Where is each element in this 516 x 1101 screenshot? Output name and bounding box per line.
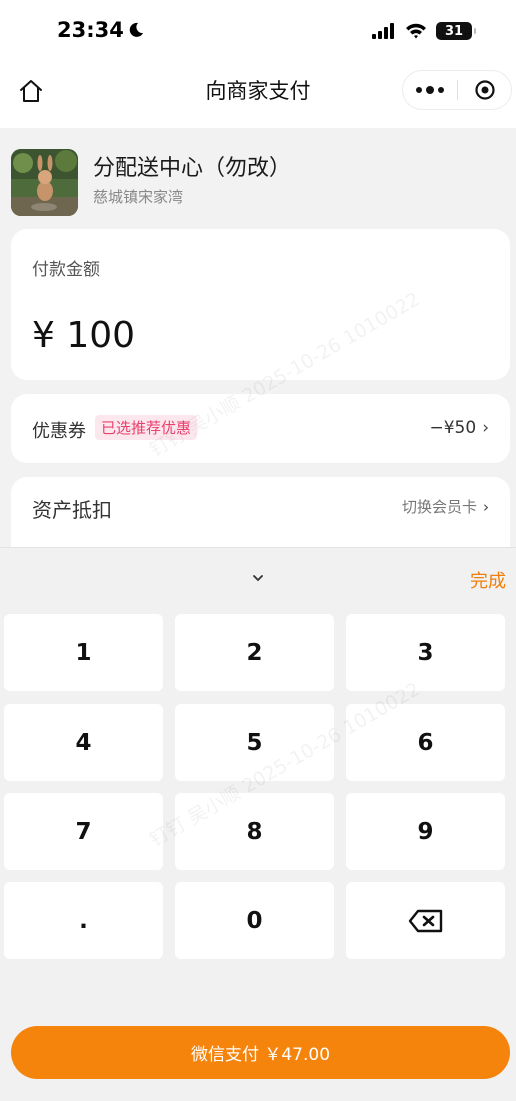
key-3[interactable]: 3 [346,614,505,691]
more-button[interactable] [403,71,457,109]
key-4[interactable]: 4 [4,704,163,781]
key-decimal[interactable]: . [4,882,163,959]
switch-member-card-label: 切换会员卡 [401,498,477,516]
merchant-address: 慈城镇宋家湾 [93,188,184,206]
status-bar: 23:34 31 [0,0,516,62]
key-8[interactable]: 8 [175,793,334,870]
collapse-keyboard-button[interactable] [238,568,278,588]
key-9[interactable]: 9 [346,793,505,870]
amount-card: 付款金额 ¥ 100 [11,229,510,380]
more-dot-icon [426,86,434,94]
mini-program-capsule [402,70,512,110]
asset-label: 资产抵扣 [32,498,112,522]
backspace-key[interactable] [346,882,505,959]
battery-icon: 31 [436,22,476,40]
switch-member-card-link[interactable]: 切换会员卡 › [402,496,489,517]
amount-label: 付款金额 [32,260,100,280]
more-dot-icon [416,87,422,93]
numeric-keyboard: 完成 1 2 3 4 5 6 7 8 9 . 0 微信支付 ￥47.00 [0,547,516,1101]
key-2[interactable]: 2 [175,614,334,691]
merchant-logo [11,149,78,216]
coupon-label: 优惠券 [32,421,86,442]
done-button[interactable]: 完成 [470,567,506,593]
coupon-discount-value: −¥50 [429,418,477,438]
chevron-right-icon: › [482,418,489,438]
close-mini-program-button[interactable] [458,79,511,101]
coupon-recommended-badge: 已选推荐优惠 [95,415,198,440]
status-icons: 31 [372,22,476,40]
key-1[interactable]: 1 [4,614,163,691]
merchant-avatar-image [11,149,78,216]
chevron-down-icon [253,575,263,582]
more-dot-icon [438,87,444,93]
chevron-right-icon: › [483,498,489,516]
wechat-pay-button[interactable]: 微信支付 ￥47.00 [11,1026,510,1079]
key-0[interactable]: 0 [175,882,334,959]
target-icon [474,80,495,100]
coupon-row[interactable]: 优惠券 已选推荐优惠 −¥50 › [11,394,510,463]
amount-input[interactable]: ¥ 100 [32,315,135,356]
status-time: 23:34 [57,18,144,42]
merchant-name: 分配送中心（勿改） [93,156,292,181]
backspace-icon [408,909,442,932]
cellular-signal-icon [372,23,394,39]
moon-icon [129,22,143,37]
time-text: 23:34 [57,18,124,42]
key-5[interactable]: 5 [175,704,334,781]
battery-level: 31 [444,23,464,39]
wifi-icon [406,23,426,39]
key-6[interactable]: 6 [346,704,505,781]
key-7[interactable]: 7 [4,793,163,870]
coupon-discount: −¥50 › [429,418,489,438]
nav-bar: 向商家支付 [0,62,516,128]
